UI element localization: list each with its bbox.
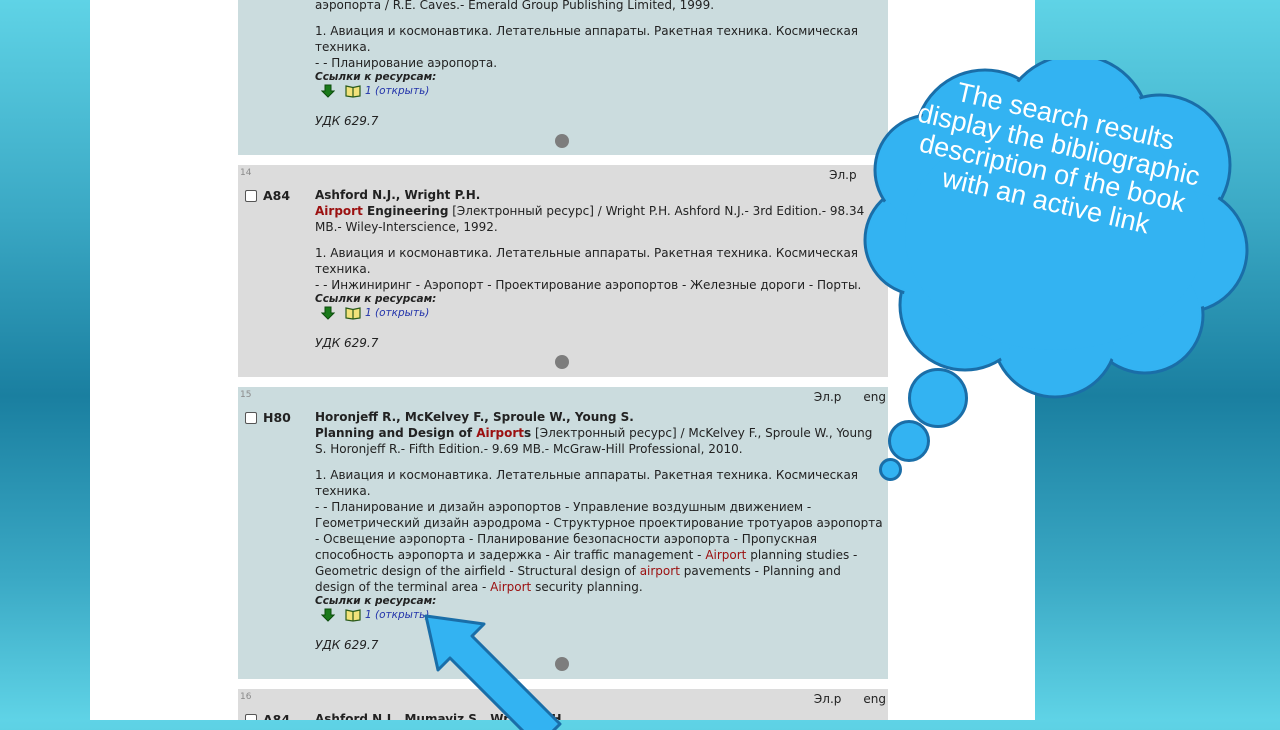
resource-links: 1 (открыть) — [315, 305, 884, 321]
thought-bubble-large — [908, 368, 968, 428]
record-keywords: - - Инжиниринг - Аэропорт - Проектирован… — [315, 278, 862, 292]
format-tag: Эл.р — [813, 390, 842, 404]
record-authors: Horonjeff R., McKelvey F., Sproule W., Y… — [315, 410, 634, 424]
keywords-text: security planning. — [531, 580, 643, 594]
record-keywords: - - Планирование и дизайн аэропортов - У… — [315, 499, 884, 595]
resources-label: Ссылки к ресурсам: — [315, 71, 437, 83]
record-description: Planning and Design of Airports [Электро… — [315, 425, 884, 457]
pointer-arrow-icon — [424, 614, 562, 730]
open-book-icon[interactable] — [345, 306, 361, 320]
record-subjects: 1. Авиация и космонавтика. Летательные а… — [315, 24, 859, 54]
thought-bubble-small — [879, 458, 902, 481]
record-select-checkbox[interactable] — [245, 714, 257, 720]
download-arrow-icon[interactable] — [321, 306, 335, 320]
title-highlight: Airport — [315, 204, 363, 218]
record-subjects: 1. Авиация и космонавтика. Летательные а… — [315, 468, 859, 498]
record-select-checkbox[interactable] — [245, 190, 257, 202]
open-book-icon[interactable] — [345, 608, 361, 622]
record-tags: Эл.р eng — [792, 692, 886, 706]
record-separator-dot — [555, 134, 569, 148]
record-udk: УДК 629.7 — [315, 336, 379, 350]
record-keywords: - - Планирование аэропорта. — [315, 56, 498, 70]
record-subjects: 1. Авиация и космонавтика. Летательные а… — [315, 246, 859, 276]
title-highlight: Airport — [476, 426, 525, 440]
open-book-icon[interactable] — [345, 84, 361, 98]
record-description: аэропорта / R.E. Caves.- Emerald Group P… — [315, 0, 715, 12]
search-result-record: 14 Эл.рe A84 Ashford N.J., Wright P.H. A… — [238, 165, 888, 377]
record-number: 16 — [240, 692, 252, 702]
shelf-code: A84 — [263, 712, 291, 720]
thought-bubble-medium — [888, 420, 930, 462]
record-title: Planning and Design of — [315, 426, 477, 440]
resources-label: Ссылки к ресурсам: — [315, 293, 437, 305]
search-result-record: аэропорта / R.E. Caves.- Emerald Group P… — [238, 0, 888, 155]
download-arrow-icon[interactable] — [321, 84, 335, 98]
open-resource-link[interactable]: 1 (открыть) — [365, 83, 429, 99]
shelf-code: A84 — [263, 188, 291, 203]
resource-links: 1 (открыть) — [315, 83, 884, 99]
format-tag: Эл.р — [813, 692, 842, 706]
record-select-checkbox[interactable] — [245, 412, 257, 424]
record-authors: Ashford N.J., Wright P.H. — [315, 188, 481, 202]
download-arrow-icon[interactable] — [321, 608, 335, 622]
language-tag: eng — [863, 692, 886, 706]
record-separator-dot — [555, 355, 569, 369]
record-udk: УДК 629.7 — [315, 114, 379, 128]
shelf-code: H80 — [263, 410, 291, 425]
open-resource-link[interactable]: 1 (открыть) — [365, 305, 429, 321]
record-number: 14 — [240, 168, 252, 178]
keyword-highlight: Airport — [490, 580, 532, 594]
record-description: Airport Engineering [Электронный ресурс]… — [315, 203, 884, 235]
keyword-highlight: airport — [639, 564, 680, 578]
keyword-highlight: Airport — [705, 548, 747, 562]
format-tag: Эл.р — [829, 168, 857, 182]
record-number: 15 — [240, 390, 252, 400]
record-title: Engineering — [362, 204, 449, 218]
